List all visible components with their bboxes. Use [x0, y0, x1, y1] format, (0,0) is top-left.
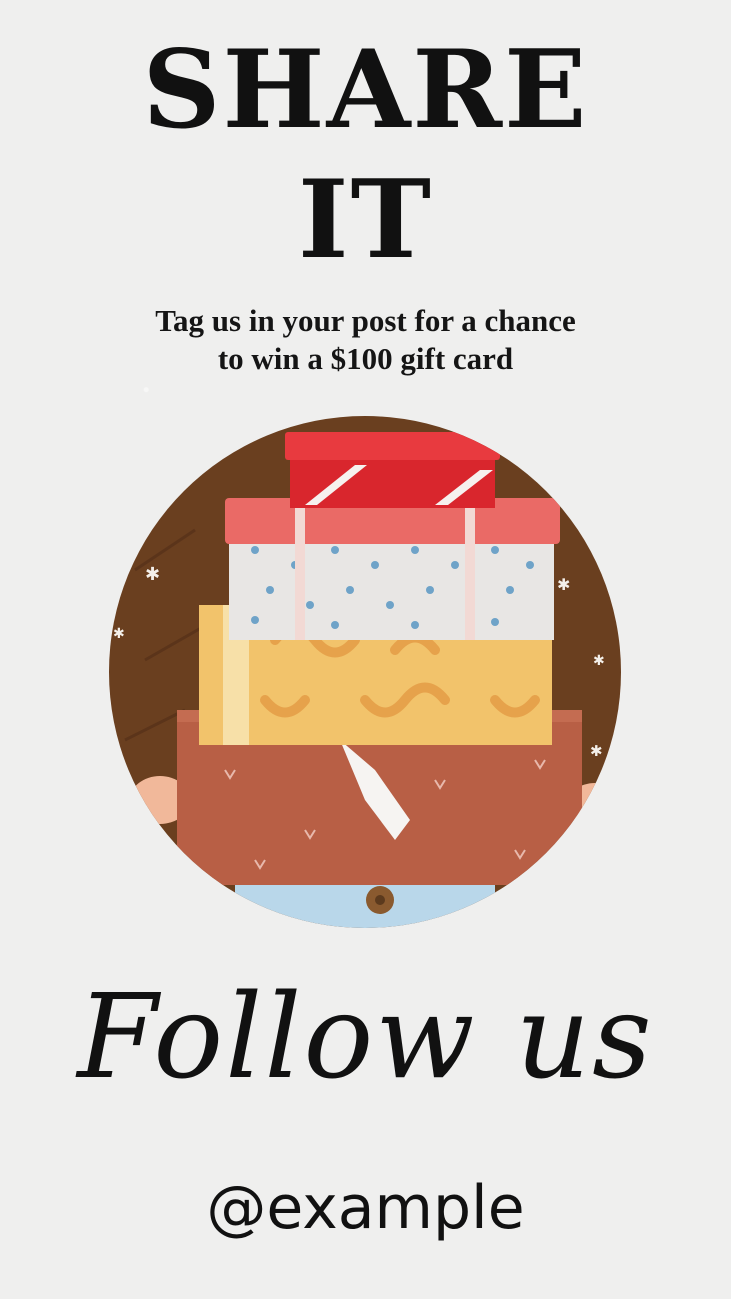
svg-text:✱: ✱ [113, 626, 125, 642]
svg-text:✱: ✱ [145, 564, 160, 585]
svg-text:✱: ✱ [590, 742, 603, 760]
follow-us-heading: Follow us [77, 970, 654, 1105]
promo-poster: SHARE IT Tag us in your post for a chanc… [0, 0, 731, 1299]
headline-it: IT [298, 157, 433, 283]
social-handle[interactable]: @example [0, 1172, 731, 1244]
subtitle-line-1: Tag us in your post for a chance [155, 303, 576, 338]
svg-text:✱: ✱ [593, 653, 605, 669]
headline-share: SHARE [142, 27, 589, 153]
subtitle-line-2: to win a $100 gift card [217, 341, 514, 376]
svg-text:✱: ✱ [557, 575, 570, 594]
subtitle: Tag us in your post for a chance to win … [0, 302, 731, 378]
stacked-gift-boxes-icon: ✱ ✱ ✱ ✱ ✱ [109, 416, 621, 928]
